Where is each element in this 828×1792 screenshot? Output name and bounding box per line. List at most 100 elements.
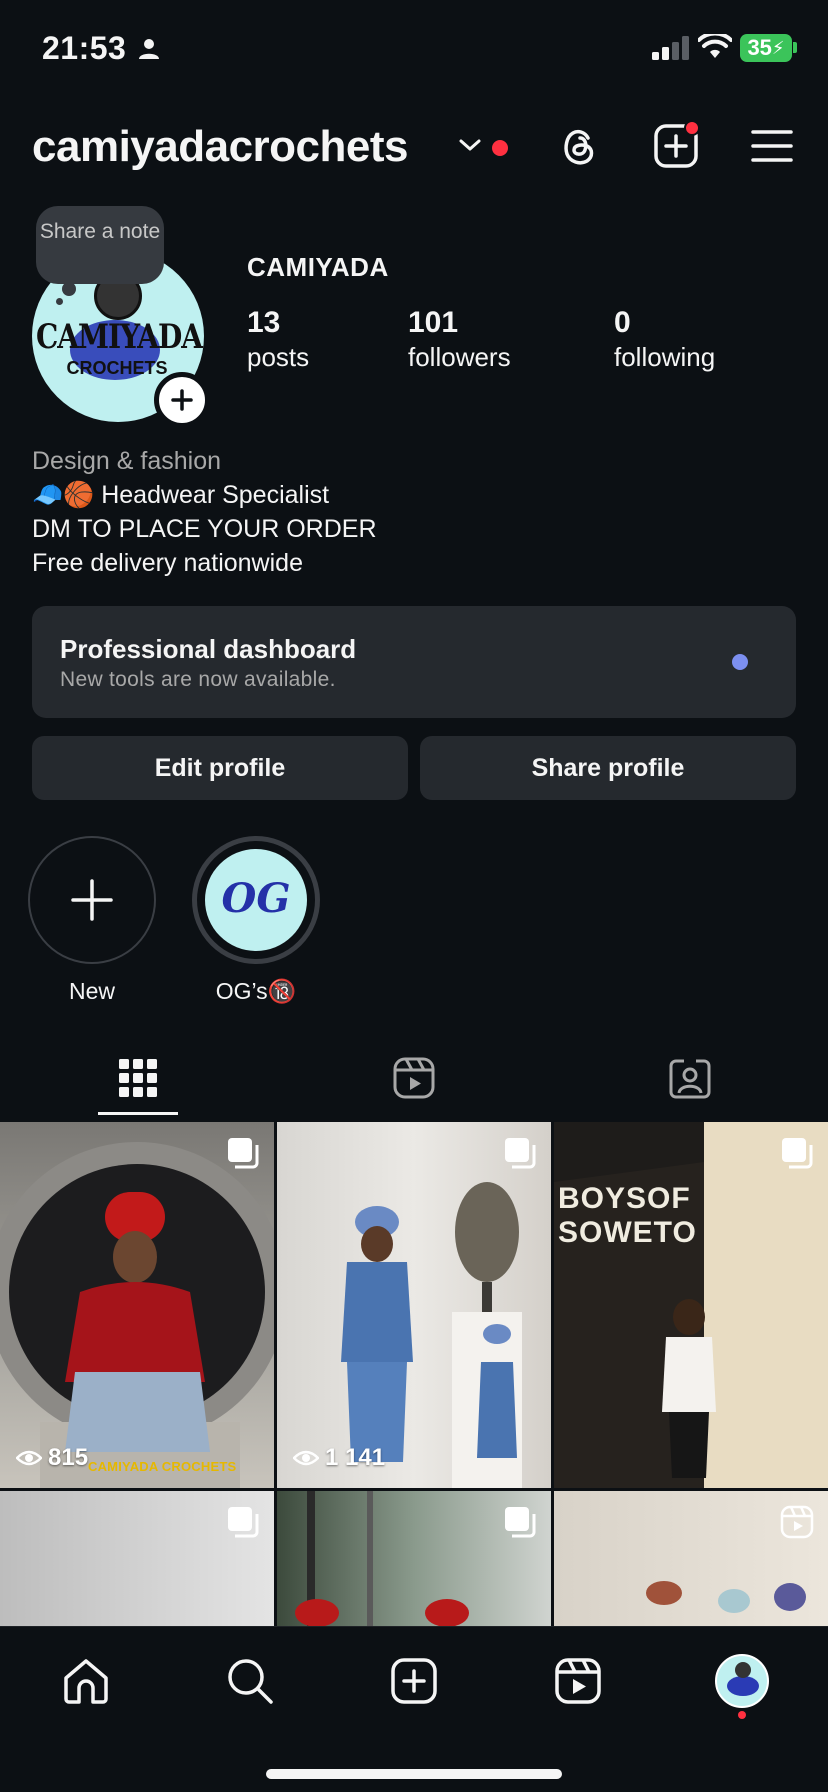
dashboard-title: Professional dashboard xyxy=(60,634,357,664)
reels-icon xyxy=(393,1057,435,1099)
cellular-signal-icon xyxy=(652,36,689,60)
bio-line: DM TO PLACE YOUR ORDER xyxy=(32,515,377,543)
followers-count[interactable]: 101 followers xyxy=(408,306,511,374)
post-sign-text: BOYSOFSOWETO xyxy=(558,1182,697,1249)
nav-create[interactable] xyxy=(384,1651,444,1711)
stat-label: followers xyxy=(408,342,511,372)
posts-grid: 815 CAMIYADA CROCHETS 1 141 BOYSOFSOWETO xyxy=(0,1122,828,1626)
threads-button[interactable] xyxy=(554,120,606,172)
person-icon xyxy=(139,39,159,59)
bottom-navigation xyxy=(0,1626,828,1792)
stat-value: 0 xyxy=(614,306,631,339)
hamburger-menu-icon xyxy=(751,130,793,162)
create-notification-dot xyxy=(684,120,700,136)
multi-post-icon xyxy=(505,1507,536,1538)
posts-count[interactable]: 13 posts xyxy=(247,306,309,374)
display-name: CAMIYADA xyxy=(247,252,389,282)
chevron-down-icon[interactable] xyxy=(458,137,482,153)
nav-avatar-ball xyxy=(735,1662,751,1678)
edit-profile-button[interactable]: Edit profile xyxy=(32,736,408,800)
bio-line: Free delivery nationwide xyxy=(32,549,303,577)
profile-header: camiyadacrochets xyxy=(0,112,828,184)
tab-tagged[interactable] xyxy=(552,1048,828,1108)
menu-button[interactable] xyxy=(746,120,798,172)
highlight-new-circle xyxy=(28,836,156,964)
dashboard-unread-dot xyxy=(732,654,748,670)
stat-label: posts xyxy=(247,342,310,372)
post-watermark: CAMIYADA CROCHETS xyxy=(88,1459,237,1474)
status-bar: 21:53 35 ⚡ xyxy=(0,0,828,100)
professional-dashboard-card[interactable]: Professional dashboard New tools are now… xyxy=(32,606,796,718)
home-indicator[interactable] xyxy=(266,1769,562,1779)
reel-icon xyxy=(780,1505,814,1539)
highlight-new[interactable]: New xyxy=(27,836,157,1005)
multi-post-icon xyxy=(505,1138,536,1169)
nav-avatar xyxy=(715,1654,769,1708)
nav-reels[interactable] xyxy=(548,1651,608,1711)
tagged-person-icon xyxy=(669,1059,711,1099)
view-count-value: 1 141 xyxy=(325,1444,386,1471)
notification-dot xyxy=(492,140,508,156)
highlight-label: New xyxy=(68,978,115,1004)
post-thumbnail[interactable] xyxy=(277,1491,551,1626)
view-count: 1 141 xyxy=(293,1444,385,1472)
nav-avatar-blob xyxy=(727,1676,759,1696)
share-profile-button[interactable]: Share profile xyxy=(420,736,796,800)
profile-notification-dot xyxy=(738,1711,746,1719)
plus-square-icon xyxy=(391,1658,437,1704)
battery-indicator: 35 ⚡ xyxy=(740,34,792,62)
highlight-og[interactable]: OG OG’s🔞 xyxy=(191,836,321,1005)
highlight-og-circle: OG xyxy=(192,836,320,964)
following-count[interactable]: 0 following xyxy=(614,306,715,374)
bio-category: Design & fashion xyxy=(32,447,222,475)
highlight-label: OG’s🔞 xyxy=(215,978,297,1004)
post-thumbnail[interactable] xyxy=(554,1491,828,1626)
view-count: 815 xyxy=(16,1444,88,1472)
bio-line: 🧢🏀 Headwear Specialist xyxy=(32,481,330,509)
view-count-value: 815 xyxy=(48,1444,89,1471)
avatar-logo-subtext: CROCHETS xyxy=(66,358,168,378)
post-thumbnail[interactable] xyxy=(0,1491,274,1626)
dashboard-subtitle: New tools are now available. xyxy=(60,668,336,691)
tab-reels[interactable] xyxy=(276,1048,552,1108)
profile-tabs xyxy=(0,1040,828,1120)
post-thumbnail[interactable]: 815 CAMIYADA CROCHETS xyxy=(0,1122,274,1488)
bio: Design & fashion 🧢🏀 Headwear Specialist … xyxy=(32,444,377,580)
tab-posts-grid[interactable] xyxy=(0,1048,276,1108)
wifi-icon xyxy=(698,34,732,58)
plus-icon xyxy=(171,389,193,411)
multi-post-icon xyxy=(228,1138,259,1169)
status-time: 21:53 xyxy=(42,30,127,66)
stat-value: 13 xyxy=(247,306,281,339)
note-bubble-tail-small xyxy=(56,298,63,305)
eye-icon xyxy=(16,1450,42,1466)
active-tab-indicator xyxy=(98,1112,178,1115)
battery-level: 35 xyxy=(747,35,772,60)
nav-home[interactable] xyxy=(56,1651,116,1711)
nav-profile[interactable] xyxy=(712,1651,772,1711)
username-switcher[interactable]: camiyadacrochets xyxy=(32,122,409,172)
reels-icon xyxy=(555,1658,601,1704)
note-bubble-tail xyxy=(62,282,76,296)
plus-icon xyxy=(71,879,113,921)
share-note-bubble[interactable]: Share a note xyxy=(36,206,164,284)
post-photo xyxy=(341,1182,522,1488)
nav-search[interactable] xyxy=(220,1651,280,1711)
grid-icon xyxy=(119,1059,157,1097)
post-photo xyxy=(0,1142,274,1488)
avatar-logo-text: CAMIYADA xyxy=(36,316,203,357)
threads-icon xyxy=(564,129,594,165)
post-photo xyxy=(554,1122,828,1488)
stat-value: 101 xyxy=(408,306,459,339)
post-thumbnail[interactable]: BOYSOFSOWETO xyxy=(554,1122,828,1488)
multi-post-icon xyxy=(782,1138,813,1169)
add-story-button[interactable] xyxy=(154,372,210,428)
eye-icon xyxy=(293,1450,319,1466)
stat-label: following xyxy=(614,342,716,372)
highlight-og-cover-text: OG xyxy=(221,875,291,922)
post-thumbnail[interactable]: 1 141 xyxy=(277,1122,551,1488)
battery-cap xyxy=(793,42,797,53)
multi-post-icon xyxy=(228,1507,259,1538)
search-icon xyxy=(228,1659,273,1704)
highlight-og-cover: OG xyxy=(205,849,307,951)
